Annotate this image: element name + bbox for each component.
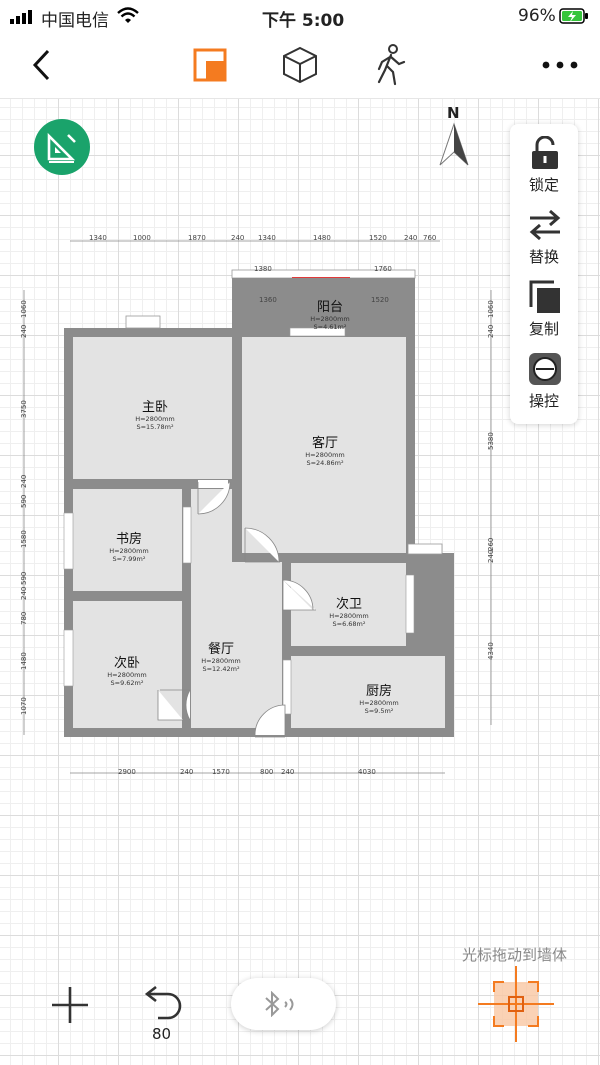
room-label-master-bedroom[interactable]: 主卧 H=2800mm S=15.78m² bbox=[120, 396, 190, 431]
side-panel: 锁定 替换 复制 操控 bbox=[510, 124, 578, 424]
dimension-label: 1480 bbox=[20, 652, 28, 670]
undo-icon bbox=[144, 985, 182, 1020]
dimension-label: 590 bbox=[20, 571, 28, 585]
dimension-label: 590 bbox=[20, 494, 28, 508]
copy-button[interactable]: 复制 bbox=[510, 280, 578, 342]
crosshair-cursor-icon[interactable] bbox=[478, 966, 554, 1042]
dimension-label: 240 bbox=[404, 234, 418, 242]
dimension-label: 1360 bbox=[259, 296, 277, 304]
dimension-label: 4030 bbox=[358, 768, 376, 776]
dimension-label: 1000 bbox=[133, 234, 151, 242]
dimension-label: 1070 bbox=[20, 697, 28, 715]
room-label-second-bedroom[interactable]: 次卧 H=2800mm S=9.62m² bbox=[92, 652, 162, 687]
dimension-label: 240 bbox=[20, 324, 28, 338]
room-label-kitchen[interactable]: 厨房 H=2800mm S=9.5m² bbox=[344, 680, 414, 715]
dimension-label: 800 bbox=[260, 768, 274, 776]
room-label-dining-room[interactable]: 餐厅 H=2800mm S=12.42m² bbox=[186, 638, 256, 673]
dimension-label: 240 bbox=[231, 234, 245, 242]
dimension-label: 5380 bbox=[487, 432, 495, 450]
room-label-bathroom[interactable]: 次卫 H=2800mm S=6.68m² bbox=[314, 593, 384, 628]
room-label-living-room[interactable]: 客厅 H=2800mm S=24.86m² bbox=[290, 432, 360, 467]
window bbox=[407, 543, 443, 555]
compass-north-label: N bbox=[447, 104, 460, 122]
window bbox=[405, 574, 415, 634]
bluetooth-icon bbox=[265, 991, 294, 1017]
ruler-triangle-icon bbox=[47, 132, 76, 163]
measure-tool-button[interactable] bbox=[34, 119, 90, 175]
undo-button[interactable]: 80 bbox=[142, 984, 188, 1044]
bluetooth-connect-button[interactable] bbox=[231, 978, 336, 1030]
dimension-label: 2900 bbox=[118, 768, 136, 776]
dimension-label: 1870 bbox=[188, 234, 206, 242]
room-label-study[interactable]: 书房 H=2800mm S=7.99m² bbox=[94, 528, 164, 563]
unlock-icon bbox=[532, 136, 558, 169]
room-label-balcony[interactable]: 阳台 H=2800mm S=4.61m² bbox=[300, 296, 360, 331]
dimension-label: 780 bbox=[20, 611, 28, 625]
window bbox=[63, 629, 74, 687]
dimension-label: 240 bbox=[20, 586, 28, 600]
dimension-label: 1520 bbox=[371, 296, 389, 304]
swap-arrows-icon bbox=[529, 209, 561, 241]
dimension-label: 260 bbox=[487, 537, 495, 551]
window bbox=[125, 315, 161, 329]
dimension-label: 1760 bbox=[374, 265, 392, 273]
dimension-label: 1060 bbox=[487, 300, 495, 318]
dimension-label: 240 bbox=[487, 324, 495, 338]
dimension-label: 1580 bbox=[20, 530, 28, 548]
dimension-label: 4340 bbox=[487, 642, 495, 660]
dimension-label: 1060 bbox=[20, 300, 28, 318]
dimension-label: 1480 bbox=[313, 234, 331, 242]
dimension-label: 240 bbox=[281, 768, 295, 776]
swap-button[interactable]: 替换 bbox=[510, 208, 578, 270]
dimension-label: 1570 bbox=[212, 768, 230, 776]
dimension-label: 760 bbox=[423, 234, 437, 242]
window bbox=[63, 512, 74, 570]
dimension-label: 240 bbox=[180, 768, 194, 776]
copy-icon bbox=[529, 280, 560, 313]
dimension-label: 240 bbox=[20, 474, 28, 488]
dimension-label: 1340 bbox=[258, 234, 276, 242]
compass-icon bbox=[439, 122, 469, 166]
lock-button[interactable]: 锁定 bbox=[510, 136, 578, 198]
dimension-label: 240 bbox=[487, 549, 495, 563]
dimension-label: 1520 bbox=[369, 234, 387, 242]
dimension-label: 3750 bbox=[20, 400, 28, 418]
dimension-label: 1380 bbox=[254, 265, 272, 273]
cursor-hint-text: 光标拖动到墙体 bbox=[462, 946, 568, 964]
add-button[interactable] bbox=[50, 985, 90, 1025]
window bbox=[182, 506, 192, 564]
undo-count: 80 bbox=[152, 1025, 172, 1043]
control-target-icon bbox=[529, 353, 561, 385]
control-button[interactable]: 操控 bbox=[510, 352, 578, 414]
dimension-label: 1340 bbox=[89, 234, 107, 242]
